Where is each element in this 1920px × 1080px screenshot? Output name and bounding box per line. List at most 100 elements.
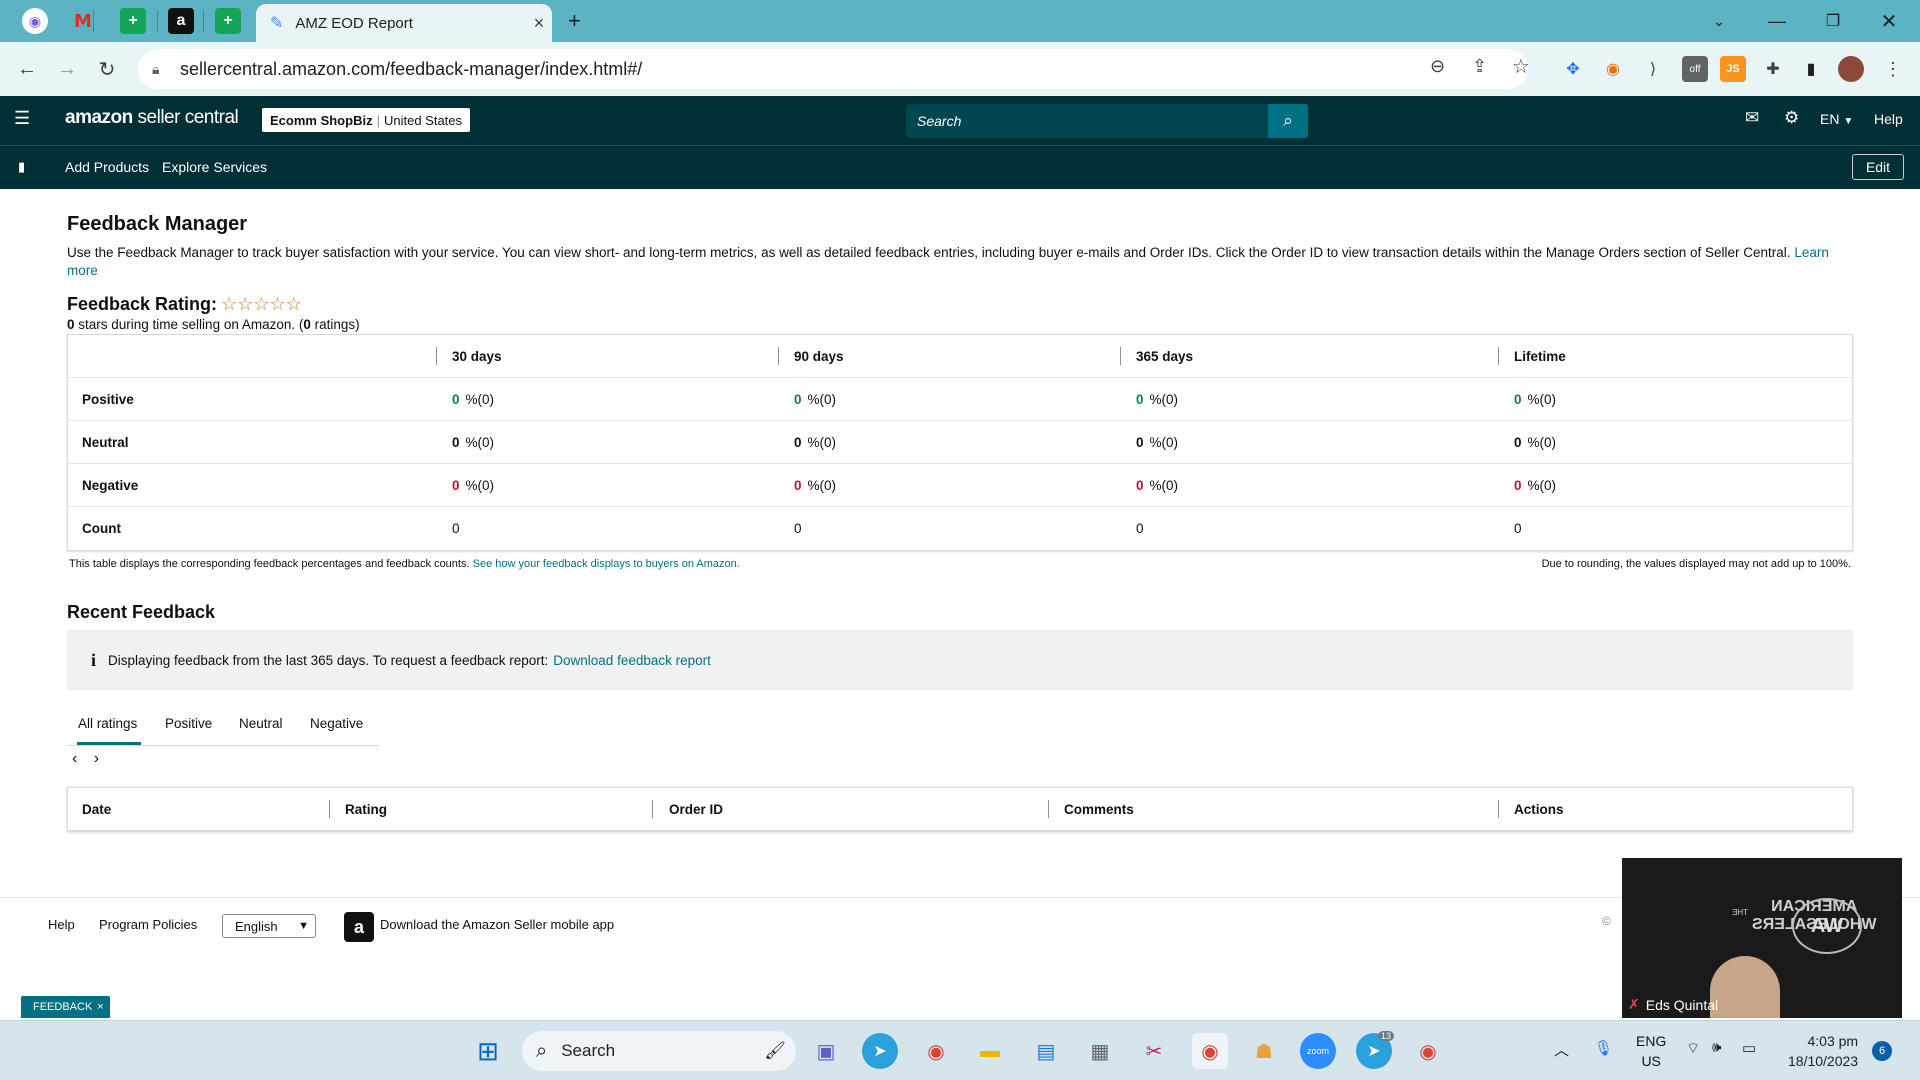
edit-button[interactable]: Edit (1852, 154, 1904, 180)
column-header-date[interactable]: Date (82, 788, 111, 830)
download-app-link[interactable]: Download the Amazon Seller mobile app (380, 917, 614, 932)
tray-chevron-up-icon[interactable]: ︿ (1554, 1039, 1569, 1060)
battery-icon[interactable]: ▭ (1742, 1039, 1756, 1057)
chrome-icon[interactable]: ◉ (1410, 1033, 1446, 1069)
snipping-tool-icon[interactable]: ✂ (1136, 1033, 1172, 1069)
file-explorer-icon[interactable]: ▬ (972, 1033, 1008, 1069)
tab-negative[interactable]: Negative (310, 716, 363, 731)
video-call-overlay[interactable]: THE AMERICAN WHOLESALERS AW ✗ Eds Quinta… (1622, 858, 1902, 1018)
teams-chat-icon[interactable]: ▣ (808, 1033, 844, 1069)
chrome-icon[interactable]: ◉ (918, 1033, 954, 1069)
telegram-icon[interactable]: ➤ (862, 1033, 898, 1069)
subnav-explore-services[interactable]: Explore Services (162, 159, 267, 175)
cell-value: 0 (794, 521, 802, 536)
extension-icon[interactable]: ⟩ (1640, 56, 1666, 82)
windows-start-icon[interactable]: ⊞ (470, 1033, 506, 1069)
row-label: Negative (82, 478, 139, 493)
share-icon[interactable]: ⇪ (1472, 56, 1487, 77)
amazon-seller-app-icon[interactable]: a (344, 912, 374, 942)
profile-avatar[interactable] (1838, 56, 1864, 82)
notepad-icon[interactable]: ▤ (1028, 1033, 1064, 1069)
bookmark-icon[interactable]: ▮ (18, 159, 25, 175)
app-icon[interactable]: ☗ (1246, 1033, 1282, 1069)
close-window-icon[interactable]: ✕ (1864, 6, 1914, 36)
messenger-tab-icon[interactable]: ◉ (22, 8, 48, 34)
stars-summary: 0 stars during time selling on Amazon. (… (67, 317, 360, 332)
column-divider (652, 800, 653, 818)
footer-program-policies-link[interactable]: Program Policies (99, 917, 197, 932)
info-icon: i (91, 649, 97, 670)
language-selector[interactable]: EN ▼ (1820, 111, 1853, 127)
maximize-icon[interactable]: ❐ (1808, 6, 1858, 36)
subnav-add-products[interactable]: Add Products (65, 159, 149, 175)
store-switcher[interactable]: Ecomm ShopBiz | United States (262, 108, 471, 132)
zoom-icon[interactable]: zoom (1300, 1033, 1336, 1069)
chrome-profile-icon[interactable]: ◉ (1192, 1033, 1228, 1069)
taskbar-search[interactable]: ⌕ Search 🖌︎ (522, 1031, 796, 1071)
sheets-tab-icon[interactable]: + (215, 8, 241, 34)
feedback-tab-label: FEEDBACK (33, 1001, 93, 1013)
microphone-icon[interactable]: 🎙︎ (1594, 1039, 1613, 1057)
column-header-30-days: 30 days (452, 349, 502, 364)
star-empty-icon: ☆ (285, 294, 302, 314)
menu-kebab-icon[interactable]: ⋮ (1880, 56, 1906, 82)
zoom-icon[interactable]: ⊖ (1430, 56, 1445, 77)
feedback-display-link[interactable]: See how your feedback displays to buyers… (473, 558, 740, 570)
reload-icon[interactable]: ↻ (92, 54, 122, 84)
input-language[interactable]: ENG US (1636, 1031, 1666, 1071)
tab-positive[interactable]: Positive (165, 716, 212, 731)
store-name: Ecomm ShopBiz (270, 112, 373, 128)
download-feedback-report-link[interactable]: Download feedback report (553, 653, 711, 668)
language-code: EN (1820, 111, 1840, 127)
forward-icon[interactable]: → (52, 54, 82, 84)
calculator-icon[interactable]: ▦ (1082, 1033, 1118, 1069)
extension-icon[interactable]: ◉ (1600, 56, 1626, 82)
tab-close-icon[interactable]: × (526, 13, 552, 34)
puzzle-extensions-icon[interactable]: ✚ (1760, 56, 1786, 82)
column-header-rating[interactable]: Rating (345, 788, 387, 830)
search-input[interactable]: Search (906, 104, 1308, 138)
chevron-left-icon[interactable]: ‹ (72, 750, 77, 767)
search-button[interactable]: ⌕ (1268, 104, 1308, 138)
notification-badge[interactable]: 6 (1872, 1041, 1892, 1061)
hamburger-menu-icon[interactable]: ☰ (14, 108, 30, 129)
seller-central-logo[interactable]: amazon seller central (65, 107, 239, 129)
table-row-neutral: Neutral 0 %(0) 0 %(0) 0 %(0) 0 %(0) (68, 421, 1852, 464)
cell-value: 0 (1514, 521, 1522, 536)
extension-off-icon[interactable]: off (1682, 56, 1708, 82)
amazon-tab-icon[interactable]: a (168, 8, 194, 34)
new-tab-icon[interactable]: + (568, 8, 581, 34)
bookmark-star-icon[interactable]: ☆ (1512, 54, 1530, 79)
feedback-tab[interactable]: FEEDBACK × (21, 996, 110, 1018)
tab-search-chevron-icon[interactable]: ⌄ (1694, 6, 1744, 36)
sheets-tab-icon[interactable]: + (120, 8, 146, 34)
table-row-negative: Negative 0 %(0) 0 %(0) 0 %(0) 0 %(0) (68, 464, 1852, 507)
column-header-comments[interactable]: Comments (1064, 788, 1134, 830)
cell-value: 0 %(0) (794, 392, 837, 407)
side-panel-icon[interactable]: ▮ (1798, 56, 1824, 82)
cell-value: 0 %(0) (794, 435, 837, 450)
volume-icon[interactable]: 🕪︎ (1712, 1039, 1721, 1056)
back-icon[interactable]: ← (12, 54, 42, 84)
url-bar[interactable]: 🔒︎ sellercentral.amazon.com/feedback-man… (138, 49, 1528, 89)
close-icon[interactable]: × (97, 1001, 103, 1013)
help-link[interactable]: Help (1874, 111, 1903, 127)
footer-help-link[interactable]: Help (48, 917, 75, 932)
column-divider (436, 347, 437, 365)
system-clock[interactable]: 4:03 pm 18/10/2023 (1788, 1031, 1858, 1071)
url-text: sellercentral.amazon.com/feedback-manage… (180, 58, 643, 79)
wifi-icon[interactable]: ⌔ (1686, 1039, 1700, 1058)
tab-all-ratings[interactable]: All ratings (78, 716, 137, 731)
settings-gear-icon[interactable]: ⚙ (1784, 108, 1799, 128)
chevron-right-icon[interactable]: › (94, 750, 99, 767)
js-extension-icon[interactable]: JS (1720, 56, 1746, 82)
extension-icon[interactable]: ✥ (1560, 56, 1586, 82)
column-header-order-id[interactable]: Order ID (669, 788, 723, 830)
tab-neutral[interactable]: Neutral (239, 716, 283, 731)
footer-language-select[interactable]: English ▼ (222, 914, 316, 938)
minimize-icon[interactable]: — (1752, 6, 1802, 36)
mail-icon[interactable]: ✉ (1745, 108, 1759, 128)
tab-separator (203, 10, 204, 32)
column-header-lifetime: Lifetime (1514, 349, 1566, 364)
active-tab[interactable]: ✎ AMZ EOD Report × (256, 4, 552, 42)
